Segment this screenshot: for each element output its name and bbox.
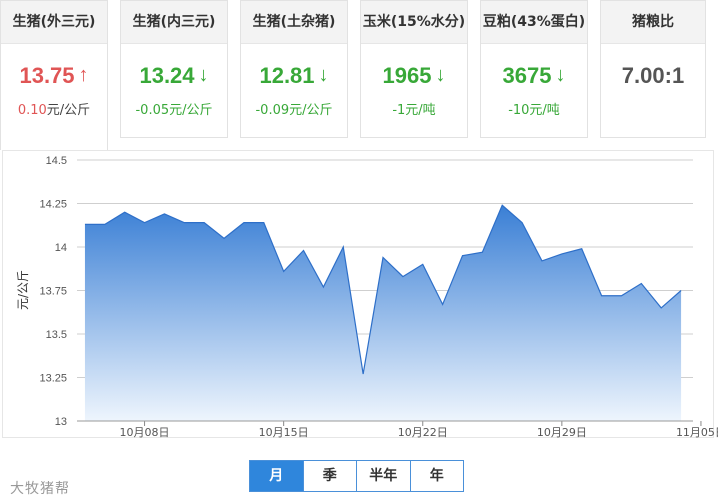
data-point [341,245,345,249]
data-point [83,222,87,226]
y-axis-label: 元/公斤 [16,270,30,310]
card-price: 13.75 ↑ [19,63,89,88]
data-point [500,203,504,207]
data-point [480,250,484,254]
tab-month[interactable]: 月 [250,461,304,491]
data-point [619,294,623,298]
data-point [182,221,186,225]
card-price: 12.81 ↓ [259,63,329,88]
card-change: -0.09元/公斤 [255,103,333,118]
data-point [381,255,385,259]
data-point [540,259,544,263]
card-title: 豆粕(43%蛋白) [481,1,587,44]
data-point [321,285,325,289]
data-point [123,210,127,214]
tab-half-year[interactable]: 半年 [357,461,411,491]
card-price: 13.24 ↓ [139,63,209,88]
card-price: 1965 ↓ [382,63,446,88]
card-price: 3675 ↓ [502,63,566,88]
y-tick-label: 14 [55,242,67,254]
x-tick-label: 11月05日 [676,426,718,439]
data-point [401,275,405,279]
data-point [520,221,524,225]
price-area-chart: 14.5 14.25 14 13.75 13.5 13.25 13 10月08日 10月15日 1… [16,155,718,439]
data-point [162,212,166,216]
data-point [242,221,246,225]
card-corn[interactable]: 玉米(15%水分) 1965 ↓ -1元/吨 [360,0,468,138]
card-pig-local[interactable]: 生猪(土杂猪) 12.81 ↓ -0.09元/公斤 [240,0,348,138]
watermark-logo: 大牧猪帮 [10,481,70,497]
data-point [282,269,286,273]
card-soymeal[interactable]: 豆粕(43%蛋白) 3675 ↓ -10元/吨 [480,0,588,138]
y-tick-label: 14.5 [46,155,67,167]
y-tick-label: 14.25 [39,199,67,211]
down-arrow-icon: ↓ [318,64,329,86]
card-change: -0.05元/公斤 [135,103,213,118]
card-title: 玉米(15%水分) [361,1,467,44]
data-point [202,221,206,225]
data-point [600,294,604,298]
down-arrow-icon: ↓ [435,64,446,86]
down-arrow-icon: ↓ [555,64,566,86]
data-point [421,262,425,266]
data-point [262,221,266,225]
data-point [302,248,306,252]
data-point [659,306,663,310]
card-pig-grain-ratio[interactable]: 猪粮比 7.00:1 [600,0,706,138]
up-arrow-icon: ↑ [78,64,89,86]
card-title: 生猪(内三元) [121,1,227,44]
tab-quarter[interactable]: 季 [304,461,357,491]
x-tick-label: 10月29日 [537,426,587,439]
card-change: -10元/吨 [508,103,560,118]
data-point [580,247,584,251]
price-area-fill [84,205,682,421]
card-change: 0.10元/公斤 [17,103,91,118]
card-pig-outer[interactable]: 生猪(外三元) 13.75 ↑ 0.10元/公斤 [0,0,108,150]
data-point [441,302,445,306]
y-tick-label: 13 [55,416,67,428]
card-title: 猪粮比 [601,1,705,44]
data-point [560,252,564,256]
tab-year[interactable]: 年 [411,461,464,491]
card-price: 7.00:1 [621,63,685,88]
card-pig-inner[interactable]: 生猪(内三元) 13.24 ↓ -0.05元/公斤 [120,0,228,138]
card-title: 生猪(土杂猪) [241,1,347,44]
period-tabs: 月 季 半年 年 [249,460,464,492]
data-point [143,221,147,225]
price-cards: 生猪(外三元) 13.75 ↑ 0.10元/公斤 生猪(内三元) 13.24 ↓ -… [0,0,718,150]
data-point [639,282,643,286]
data-point [679,289,683,293]
data-point [103,222,107,226]
x-tick-label: 10月15日 [259,426,309,439]
down-arrow-icon: ↓ [198,64,209,86]
data-point [361,372,365,376]
card-title: 生猪(外三元) [1,1,107,44]
y-tick-label: 13.25 [39,373,67,385]
y-tick-label: 13.5 [46,329,67,341]
data-point [460,254,464,258]
x-tick-label: 10月08日 [120,426,170,439]
y-tick-label: 13.75 [39,286,67,298]
data-point [222,236,226,240]
x-tick-label: 10月22日 [398,426,448,439]
card-change: -1元/吨 [392,103,436,118]
